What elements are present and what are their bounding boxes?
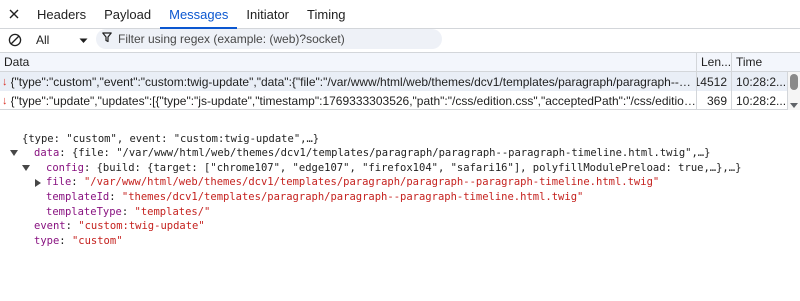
messages-table: Data Len... Time ↓ {"type":"custom","eve… <box>0 52 800 110</box>
column-header-time[interactable]: Time <box>732 53 788 71</box>
message-length: 369 <box>697 91 732 110</box>
tree-node-data[interactable]: data: {file: "/var/www/html/web/themes/d… <box>0 132 800 172</box>
table-scrollbar[interactable] <box>788 72 800 110</box>
tab-headers[interactable]: Headers <box>28 0 95 28</box>
table-header: Data Len... Time <box>0 53 800 72</box>
tab-initiator[interactable]: Initiator <box>237 0 298 28</box>
table-row[interactable]: ↓ {"type":"update","updates":[{"type":"j… <box>0 91 788 110</box>
column-header-length[interactable]: Len... <box>697 53 732 71</box>
chevron-down-icon <box>79 33 88 47</box>
tree-node-template-id: templateId: "themes/dcv1/templates/parag… <box>46 190 584 203</box>
scrollbar-thumb[interactable] <box>790 74 798 90</box>
tab-bar: Headers Payload Messages Initiator Timin… <box>0 0 800 29</box>
tree-root[interactable]: {type: "custom", event: "custom:twig-upd… <box>0 117 800 157</box>
filter-field[interactable] <box>96 29 442 49</box>
message-data: {"type":"update","updates":[{"type":"js-… <box>10 93 697 108</box>
tab-payload[interactable]: Payload <box>95 0 160 28</box>
message-length: 14512 <box>697 72 732 91</box>
filter-icon <box>102 32 112 46</box>
close-icon[interactable] <box>0 0 28 28</box>
tree-key: type <box>34 234 60 247</box>
tree-node-config[interactable]: config: {build: {target: ["chrome107", "… <box>0 146 800 187</box>
block-icon[interactable] <box>0 29 30 51</box>
message-detail: {type: "custom", event: "custom:twig-upd… <box>0 117 800 247</box>
tab-messages[interactable]: Messages <box>160 0 238 29</box>
message-time: 10:28:2... <box>732 72 788 91</box>
message-data-cell: ↓ {"type":"custom","event":"custom:twig-… <box>0 72 697 91</box>
message-data: {"type":"custom","event":"custom:twig-up… <box>10 74 697 89</box>
select-value: All <box>36 33 50 47</box>
message-data-cell: ↓ {"type":"update","updates":[{"type":"j… <box>0 91 697 110</box>
tree-node-type: type: "custom" <box>34 234 123 247</box>
arrow-down-icon: ↓ <box>2 94 8 107</box>
filter-input[interactable] <box>118 32 428 46</box>
message-type-select[interactable]: All <box>30 29 92 51</box>
filter-bar: All <box>0 29 800 51</box>
table-row[interactable]: ↓ {"type":"custom","event":"custom:twig-… <box>0 72 788 91</box>
tab-timing[interactable]: Timing <box>298 0 355 28</box>
column-header-data[interactable]: Data <box>0 53 697 71</box>
tree-node-event: event: "custom:twig-update" <box>34 220 205 233</box>
message-time: 10:28:2... <box>732 91 788 110</box>
tree-value: "custom" <box>71 234 123 247</box>
tree-node-template-type: templateType: "templates/" <box>46 205 211 218</box>
tree-node-file: file: "/var/www/html/web/themes/dcv1/tem… <box>46 176 660 189</box>
arrow-down-icon: ↓ <box>2 75 8 88</box>
scroll-down-icon[interactable] <box>790 101 798 109</box>
